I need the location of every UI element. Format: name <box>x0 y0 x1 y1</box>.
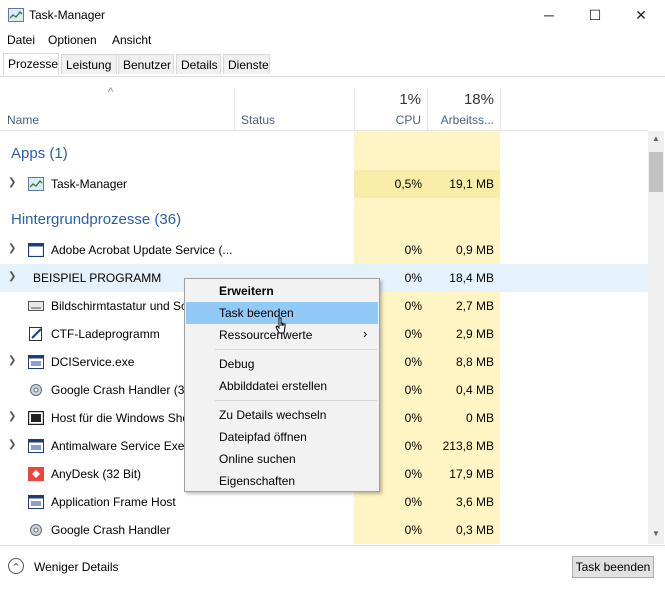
maximize-button[interactable]: ☐ <box>572 0 618 30</box>
fewer-details-link[interactable]: Weniger Details <box>34 560 118 574</box>
vertical-scrollbar[interactable] <box>648 131 664 544</box>
title-bar: Task-Manager ─ ☐ ✕ <box>0 0 665 30</box>
group-background: Hintergrundprozesse (36) <box>11 211 182 228</box>
process-name: DCIService.exe <box>51 355 135 369</box>
header-cpu[interactable]: CPU <box>354 113 421 127</box>
ctf-icon <box>29 327 42 341</box>
process-name: Application Frame Host <box>51 495 176 509</box>
host-icon <box>28 411 44 425</box>
context-menu: Erweitern Task beenden Ressourcenwerte ›… <box>184 278 380 492</box>
scroll-up-icon[interactable]: ▲ <box>648 131 664 147</box>
header-cpu-percent: 1% <box>399 91 421 108</box>
tab-benutzer[interactable]: Benutzer <box>118 54 174 74</box>
close-button[interactable]: ✕ <box>618 0 664 30</box>
window-title: Task-Manager <box>29 8 106 22</box>
column-header: ^ Name Status 1% CPU 18% Arbeitss... <box>0 86 648 131</box>
tab-details[interactable]: Details <box>176 54 221 74</box>
process-name: Host für die Windows She <box>51 411 190 425</box>
process-cpu: 0% <box>404 243 422 257</box>
process-memory: 2,7 MB <box>455 299 494 313</box>
process-memory: 8,8 MB <box>455 355 494 369</box>
process-name: Antimalware Service Exec <box>51 439 191 453</box>
process-memory: 2,9 MB <box>455 327 494 341</box>
gear-icon <box>30 384 42 396</box>
process-memory: 3,6 MB <box>455 495 494 509</box>
submenu-arrow-icon: › <box>363 326 368 341</box>
end-task-button[interactable]: Task beenden <box>572 556 654 578</box>
mouse-cursor-icon <box>275 317 286 334</box>
scrollbar-thumb[interactable] <box>649 152 663 192</box>
process-memory: 0,9 MB <box>455 243 494 257</box>
col-divider[interactable] <box>427 88 428 130</box>
ctx-properties[interactable]: Eigenschaften <box>186 470 378 492</box>
expand-chevron-icon[interactable]: ❯ <box>8 411 16 422</box>
process-row[interactable]: ❯ Task-Manager 0,5% 19,1 MB <box>0 170 648 198</box>
tab-bar: Prozesse Leistung Benutzer Details Diens… <box>0 53 665 77</box>
tab-dienste[interactable]: Dienste <box>223 54 270 74</box>
process-memory: 18,4 MB <box>449 271 494 285</box>
ctx-search-online[interactable]: Online suchen <box>186 448 378 470</box>
taskmanager-icon <box>8 8 24 22</box>
menu-ansicht[interactable]: Ansicht <box>112 33 151 47</box>
menu-optionen[interactable]: Optionen <box>48 33 97 47</box>
menu-separator <box>215 400 377 401</box>
process-cpu: 0% <box>404 495 422 509</box>
ctx-expand[interactable]: Erweitern <box>186 280 378 302</box>
process-memory: 17,9 MB <box>449 467 494 481</box>
ctx-debug[interactable]: Debug <box>186 353 378 375</box>
process-name: AnyDesk (32 Bit) <box>51 467 142 481</box>
window-icon <box>28 495 44 509</box>
process-name: Google Crash Handler (32 <box>51 383 192 397</box>
minimize-button[interactable]: ─ <box>526 0 572 30</box>
expand-chevron-icon[interactable]: ❯ <box>8 355 16 366</box>
expand-chevron-icon[interactable]: ❯ <box>8 271 16 282</box>
process-name: Bildschirmtastatur und Sc <box>51 299 188 313</box>
window-icon <box>28 439 44 453</box>
footer: ⌃ Weniger Details <box>0 545 665 593</box>
process-name: Google Crash Handler <box>51 523 171 537</box>
col-divider[interactable] <box>234 88 235 130</box>
col-divider[interactable] <box>500 88 501 130</box>
header-status[interactable]: Status <box>241 113 275 127</box>
taskmanager-icon <box>28 177 44 191</box>
group-apps: Apps (1) <box>11 145 68 162</box>
sort-arrow-icon: ^ <box>108 86 114 98</box>
process-cpu: 0,5% <box>394 177 422 191</box>
window-icon <box>28 355 44 369</box>
collapse-chevron-icon[interactable]: ⌃ <box>8 558 24 574</box>
process-memory: 0,3 MB <box>455 523 494 537</box>
ctx-create-dump[interactable]: Abbilddatei erstellen <box>186 375 378 397</box>
keyboard-icon <box>28 301 44 311</box>
process-name: BEISPIEL PROGRAMM <box>33 271 162 285</box>
header-memory-percent: 18% <box>463 91 494 108</box>
tab-prozesse[interactable]: Prozesse <box>3 53 59 75</box>
process-memory: 0,4 MB <box>455 383 494 397</box>
process-memory: 213,8 MB <box>442 439 494 453</box>
process-row[interactable]: Google Crash Handler 0% 0,3 MB <box>0 516 648 544</box>
header-name[interactable]: Name <box>7 113 39 127</box>
tab-leistung[interactable]: Leistung <box>61 54 117 74</box>
window-icon <box>28 243 44 257</box>
header-memory[interactable]: Arbeitss... <box>427 113 494 127</box>
process-memory: 19,1 MB <box>449 177 494 191</box>
menu-datei[interactable]: Datei <box>7 33 35 47</box>
process-row[interactable]: Application Frame Host 0% 3,6 MB <box>0 488 648 516</box>
ctx-open-file-location[interactable]: Dateipfad öffnen <box>186 426 378 448</box>
gear-icon <box>30 524 42 536</box>
scroll-down-icon[interactable]: ▼ <box>648 526 664 542</box>
expand-chevron-icon[interactable]: ❯ <box>8 243 16 254</box>
ctx-go-to-details[interactable]: Zu Details wechseln <box>186 404 378 426</box>
process-row[interactable]: ❯ Adobe Acrobat Update Service (... 0% 0… <box>0 236 648 264</box>
anydesk-icon <box>28 467 44 481</box>
process-memory: 0 MB <box>465 411 494 425</box>
process-name: Task-Manager <box>51 177 128 191</box>
expand-chevron-icon[interactable]: ❯ <box>8 439 16 450</box>
expand-chevron-icon[interactable]: ❯ <box>8 177 16 188</box>
menu-bar: Datei Optionen Ansicht <box>0 31 665 49</box>
process-name: CTF-Ladeprogramm <box>51 327 160 341</box>
process-name: Adobe Acrobat Update Service (... <box>51 243 233 257</box>
col-divider[interactable] <box>354 88 355 130</box>
menu-separator <box>215 349 377 350</box>
process-cpu: 0% <box>404 523 422 537</box>
